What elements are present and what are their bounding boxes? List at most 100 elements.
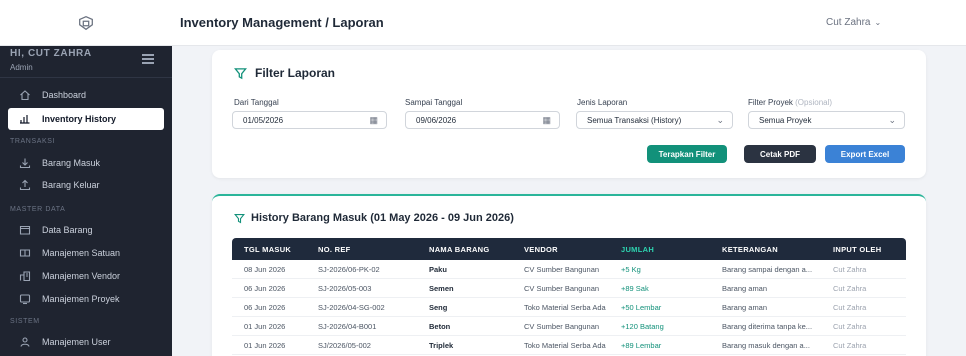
cell-tgl: 06 Jun 2026	[244, 303, 286, 312]
cell-keterangan: Barang diterima tanpa ke...	[722, 322, 813, 331]
sidebar-item-label: Barang Keluar	[42, 180, 100, 190]
table-row[interactable]: 08 Jun 2026 SJ-2026/06-PK-02 Paku CV Sum…	[232, 260, 906, 279]
calendar-icon[interactable]: ▦	[369, 115, 378, 126]
cell-ref: SJ-2026/04-SG-002	[318, 303, 385, 312]
section-master-data: MASTER DATA	[10, 206, 66, 213]
dari-tanggal-value: 01/05/2026	[243, 115, 284, 125]
history-card: History Barang Masuk (01 May 2026 - 09 J…	[212, 194, 926, 356]
col-keterangan[interactable]: KETERANGAN	[722, 245, 778, 254]
filter-proyek-label: Filter Proyek (Opsional)	[748, 98, 833, 107]
brand-logo[interactable]	[0, 0, 172, 46]
table-row[interactable]: 06 Jun 2026 SJ-2026/04-SG-002 Seng Toko …	[232, 298, 906, 317]
home-icon	[18, 88, 32, 102]
print-pdf-button[interactable]: Cetak PDF	[744, 145, 816, 163]
sidebar-item-manajemen-proyek[interactable]: Manajemen Proyek	[8, 288, 164, 310]
sidebar-item-barang-keluar[interactable]: Barang Keluar	[8, 174, 164, 196]
col-nama-barang[interactable]: NAMA BARANG	[429, 245, 490, 254]
jenis-laporan-value: Semua Transaksi (History)	[587, 115, 682, 125]
hamburger-icon[interactable]	[142, 54, 154, 64]
scale-icon	[18, 246, 32, 260]
sidebar-item-label: Manajemen Vendor	[42, 271, 121, 281]
sidebar-item-label: Manajemen Satuan	[42, 248, 121, 258]
chevron-down-icon: ⌄	[874, 18, 882, 27]
sampai-tanggal-input[interactable]: 09/06/2026 ▦	[405, 111, 560, 129]
jenis-laporan-select[interactable]: Semua Transaksi (History) ⌄	[576, 111, 733, 129]
cell-input-oleh: Cut Zahra	[833, 265, 867, 274]
top-bar: Inventory Management / Laporan Cut Zahra…	[0, 0, 966, 46]
table-row[interactable]: 01 Jun 2026 SJ/2026/05-002 Triplek Toko …	[232, 336, 906, 355]
sidebar-item-inventory-history[interactable]: Inventory History	[8, 108, 164, 130]
cell-jumlah: +89 Lembar	[621, 341, 662, 350]
user-name: Cut Zahra	[826, 17, 871, 28]
cell-vendor: CV Sumber Bangunan	[524, 284, 600, 293]
sampai-tanggal-label: Sampai Tanggal	[405, 98, 463, 107]
monitor-icon	[18, 292, 32, 306]
export-excel-button[interactable]: Export Excel	[825, 145, 905, 163]
vendor-icon	[18, 269, 32, 283]
cell-jumlah: +89 Sak	[621, 284, 649, 293]
filter-title-text: Filter Laporan	[255, 66, 336, 80]
filter-proyek-value: Semua Proyek	[759, 115, 812, 125]
cell-keterangan: Barang sampai dengan a...	[722, 265, 813, 274]
sidebar-item-data-barang[interactable]: Data Barang	[8, 219, 164, 241]
sidebar-item-label: Data Barang	[42, 225, 93, 235]
cell-ref: SJ-2026/05-003	[318, 284, 372, 293]
cell-jumlah: +50 Lembar	[621, 303, 662, 312]
col-jumlah[interactable]: JUMLAH	[621, 245, 654, 254]
table-row[interactable]: 01 Jun 2026 SJ-2026/04-B001 Beton CV Sum…	[232, 317, 906, 336]
cell-jumlah: +120 Batang	[621, 322, 664, 331]
sidebar-item-label: Manajemen User	[42, 337, 111, 347]
cell-tgl: 01 Jun 2026	[244, 341, 286, 350]
cell-keterangan: Barang aman	[722, 303, 768, 312]
sidebar-header: HI, CUT ZAHRA Admin	[10, 48, 92, 72]
apply-filter-button[interactable]: Terapkan Filter	[647, 145, 727, 163]
sidebar-item-barang-masuk[interactable]: Barang Masuk	[8, 152, 164, 174]
greeting: HI, CUT ZAHRA	[10, 48, 92, 59]
box-icon	[18, 223, 32, 237]
cell-ref: SJ/2026/05-002	[318, 341, 371, 350]
col-tgl-masuk[interactable]: TGL MASUK	[244, 245, 291, 254]
cell-keterangan: Barang masuk dengan a...	[722, 341, 810, 350]
cell-tgl: 08 Jun 2026	[244, 265, 286, 274]
chevron-down-icon: ⌄	[716, 115, 724, 125]
col-input-oleh[interactable]: INPUT OLEH	[833, 245, 881, 254]
cell-vendor: CV Sumber Bangunan	[524, 322, 600, 331]
table-row[interactable]: 06 Jun 2026 SJ-2026/05-003 Semen CV Sumb…	[232, 279, 906, 298]
filter-title: Filter Laporan	[234, 66, 335, 80]
sidebar-item-dashboard[interactable]: Dashboard	[8, 84, 164, 106]
sidebar-item-label: Inventory History	[42, 114, 117, 124]
cell-nama: Paku	[429, 265, 447, 274]
page-title: Inventory Management / Laporan	[180, 15, 384, 30]
cell-ref: SJ-2026/06-PK-02	[318, 265, 380, 274]
cell-vendor: CV Sumber Bangunan	[524, 265, 600, 274]
section-transaksi: TRANSAKSI	[10, 138, 56, 145]
cell-nama: Beton	[429, 322, 451, 331]
filter-icon	[234, 67, 247, 79]
bar-chart-icon	[18, 112, 32, 126]
sidebar-divider	[0, 77, 172, 78]
cell-vendor: Toko Material Serba Ada	[524, 341, 606, 350]
jenis-laporan-label: Jenis Laporan	[577, 98, 628, 107]
users-icon	[18, 335, 32, 349]
optional-hint: (Opsional)	[795, 98, 833, 107]
sidebar-item-manajemen-user[interactable]: Manajemen User	[8, 331, 164, 353]
calendar-icon[interactable]: ▦	[542, 115, 551, 126]
user-menu[interactable]: Cut Zahra ⌄	[826, 17, 881, 28]
cell-nama: Semen	[429, 284, 454, 293]
upload-icon	[18, 178, 32, 192]
filter-proyek-select[interactable]: Semua Proyek ⌄	[748, 111, 905, 129]
sidebar-item-manajemen-vendor[interactable]: Manajemen Vendor	[8, 265, 164, 287]
download-icon	[18, 156, 32, 170]
col-no-ref[interactable]: NO. REF	[318, 245, 351, 254]
table-header: TGL MASUK NO. REF NAMA BARANG VENDOR JUM…	[232, 238, 906, 260]
dari-tanggal-input[interactable]: 01/05/2026 ▦	[232, 111, 387, 129]
sidebar-item-label: Manajemen Proyek	[42, 294, 120, 304]
chevron-down-icon: ⌄	[888, 115, 896, 125]
cell-ref: SJ-2026/04-B001	[318, 322, 377, 331]
filter-card: Filter Laporan Dari Tanggal 01/05/2026 ▦…	[212, 50, 926, 178]
cell-nama: Seng	[429, 303, 448, 312]
col-vendor[interactable]: VENDOR	[524, 245, 558, 254]
sidebar: HI, CUT ZAHRA Admin Dashboard Inventory …	[0, 46, 172, 356]
sidebar-item-manajemen-satuan[interactable]: Manajemen Satuan	[8, 242, 164, 264]
sampai-tanggal-value: 09/06/2026	[416, 115, 457, 125]
